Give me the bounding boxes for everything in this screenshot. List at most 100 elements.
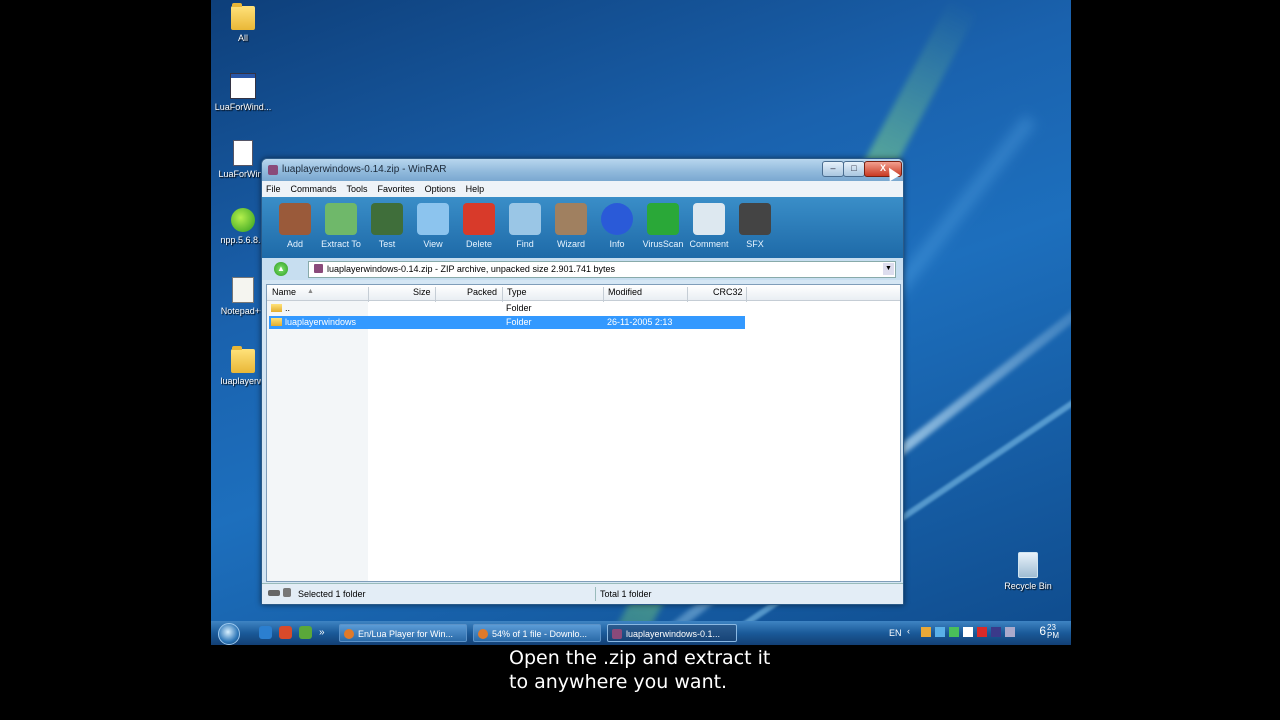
wizard-button[interactable]: Wizard xyxy=(548,197,594,258)
up-folder-button[interactable]: ▲ xyxy=(274,262,288,276)
winrar-window: luaplayerwindows-0.14.zip - WinRAR – □ X… xyxy=(261,158,904,605)
menu-help[interactable]: Help xyxy=(466,184,485,194)
tray-icon[interactable] xyxy=(991,627,1001,637)
opera-icon[interactable] xyxy=(279,626,292,639)
column-divider[interactable] xyxy=(603,287,604,302)
sfx-button[interactable]: SFX xyxy=(732,197,778,258)
menu-tools[interactable]: Tools xyxy=(347,184,368,194)
find-button[interactable]: Find xyxy=(502,197,548,258)
tool-label: Wizard xyxy=(556,239,585,249)
window-title: luaplayerwindows-0.14.zip - WinRAR xyxy=(282,164,447,175)
task-downloads[interactable]: 54% of 1 file - Downlo... xyxy=(473,624,601,642)
row-type: Folder xyxy=(506,303,532,313)
status-divider xyxy=(595,587,596,601)
menu-file[interactable]: File xyxy=(266,184,281,194)
col-crc32[interactable]: CRC32 xyxy=(713,287,743,297)
network-icon[interactable] xyxy=(935,627,945,637)
folder-icon xyxy=(231,3,255,30)
menu-commands[interactable]: Commands xyxy=(291,184,337,194)
recycle-bin-icon xyxy=(1018,552,1038,578)
monitor-icon xyxy=(417,203,449,235)
clock-ampm: PM xyxy=(1047,631,1059,640)
delete-button[interactable]: Delete xyxy=(456,197,502,258)
col-packed[interactable]: Packed xyxy=(467,287,497,297)
language-indicator[interactable]: EN xyxy=(889,628,902,638)
info-button[interactable]: Info xyxy=(594,197,640,258)
row-type: Folder xyxy=(506,317,532,327)
table-row[interactable]: luaplayerwindows Folder 26-11-2005 2:13 xyxy=(269,316,745,329)
winrar-icon xyxy=(268,165,278,175)
column-divider[interactable] xyxy=(435,287,436,302)
sort-arrow-icon: ▲ xyxy=(307,288,314,295)
name-column-shade xyxy=(267,285,368,581)
column-divider[interactable] xyxy=(746,287,747,302)
task-lua-player[interactable]: En/Lua Player for Win... xyxy=(339,624,467,642)
table-row[interactable]: .. Folder xyxy=(269,302,745,315)
view-button[interactable]: View xyxy=(410,197,456,258)
quicklaunch-icon[interactable] xyxy=(299,626,312,639)
books-icon xyxy=(279,203,311,235)
tray-icon[interactable] xyxy=(921,627,931,637)
desktop-icon-all[interactable]: All xyxy=(211,3,275,43)
add-button[interactable]: Add xyxy=(272,197,318,258)
desktop-icon-label: Recycle Bin xyxy=(1004,581,1052,591)
desktop-icon-label: luaplayerwi xyxy=(220,376,266,386)
column-divider[interactable] xyxy=(368,287,369,302)
col-type[interactable]: Type xyxy=(507,287,527,297)
firefox-icon xyxy=(344,629,354,639)
folder-up-icon xyxy=(271,304,282,312)
desktop-icon-label: LuaForWind... xyxy=(214,102,272,112)
tool-label: Test xyxy=(378,239,396,249)
tool-label: VirusScan xyxy=(642,239,684,249)
task-label: luaplayerwindows-0.1... xyxy=(626,629,721,639)
tool-label: View xyxy=(423,239,443,249)
lock-icon xyxy=(283,588,291,597)
menu-options[interactable]: Options xyxy=(425,184,456,194)
column-divider[interactable] xyxy=(687,287,688,302)
clock[interactable]: 623 PM xyxy=(1039,624,1059,640)
desktop-icon-label: npp.5.6.8.1 xyxy=(220,235,266,245)
col-modified[interactable]: Modified xyxy=(608,287,642,297)
test-button[interactable]: Test xyxy=(364,197,410,258)
address-field[interactable]: luaplayerwindows-0.14.zip - ZIP archive,… xyxy=(308,261,896,278)
tray-icon[interactable] xyxy=(977,627,987,637)
chevron-left-icon[interactable]: ‹ xyxy=(907,626,910,636)
column-divider[interactable] xyxy=(502,287,503,302)
clock-hour: 6 xyxy=(1039,624,1046,638)
chevron-down-icon[interactable]: ▼ xyxy=(883,263,894,275)
desktop-icon-recycle-bin[interactable]: Recycle Bin xyxy=(996,552,1060,591)
tray-icon[interactable] xyxy=(963,627,973,637)
menu-favorites[interactable]: Favorites xyxy=(378,184,415,194)
col-size[interactable]: Size xyxy=(413,287,431,297)
delete-x-icon xyxy=(463,203,495,235)
maximize-button[interactable]: □ xyxy=(843,161,865,177)
folder-icon xyxy=(231,346,255,373)
chevron-right-icon[interactable]: » xyxy=(319,626,329,639)
task-label: En/Lua Player for Win... xyxy=(358,629,454,639)
window-app-icon xyxy=(230,73,256,99)
start-button[interactable] xyxy=(218,623,240,645)
tray-icon[interactable] xyxy=(949,627,959,637)
title-bar[interactable]: luaplayerwindows-0.14.zip - WinRAR – □ X xyxy=(262,159,903,181)
virusscan-button[interactable]: VirusScan xyxy=(640,197,686,258)
minimize-button[interactable]: – xyxy=(822,161,844,177)
col-name[interactable]: Name xyxy=(272,287,296,297)
task-winrar[interactable]: luaplayerwindows-0.1... xyxy=(607,624,737,642)
video-caption: Open the .zip and extract it to anywhere… xyxy=(509,646,770,694)
comment-button[interactable]: Comment xyxy=(686,197,732,258)
tool-label: Info xyxy=(609,239,625,249)
extract-icon xyxy=(325,203,357,235)
desktop-icon-luaforwindows[interactable]: LuaForWind... xyxy=(211,73,275,112)
caption-line-2: to anywhere you want. xyxy=(509,671,728,693)
comment-icon xyxy=(693,203,725,235)
drive-icon[interactable] xyxy=(268,590,280,596)
tool-label: Extract To xyxy=(321,239,361,249)
row-modified: 26-11-2005 2:13 xyxy=(607,317,673,327)
info-icon xyxy=(601,203,633,235)
ie-icon[interactable] xyxy=(259,626,272,639)
tray-icon[interactable] xyxy=(1005,627,1015,637)
desktop-icon-label: All xyxy=(237,33,248,43)
wizard-icon xyxy=(555,203,587,235)
firefox-icon xyxy=(478,629,488,639)
extract-to-button[interactable]: Extract To xyxy=(318,197,364,258)
